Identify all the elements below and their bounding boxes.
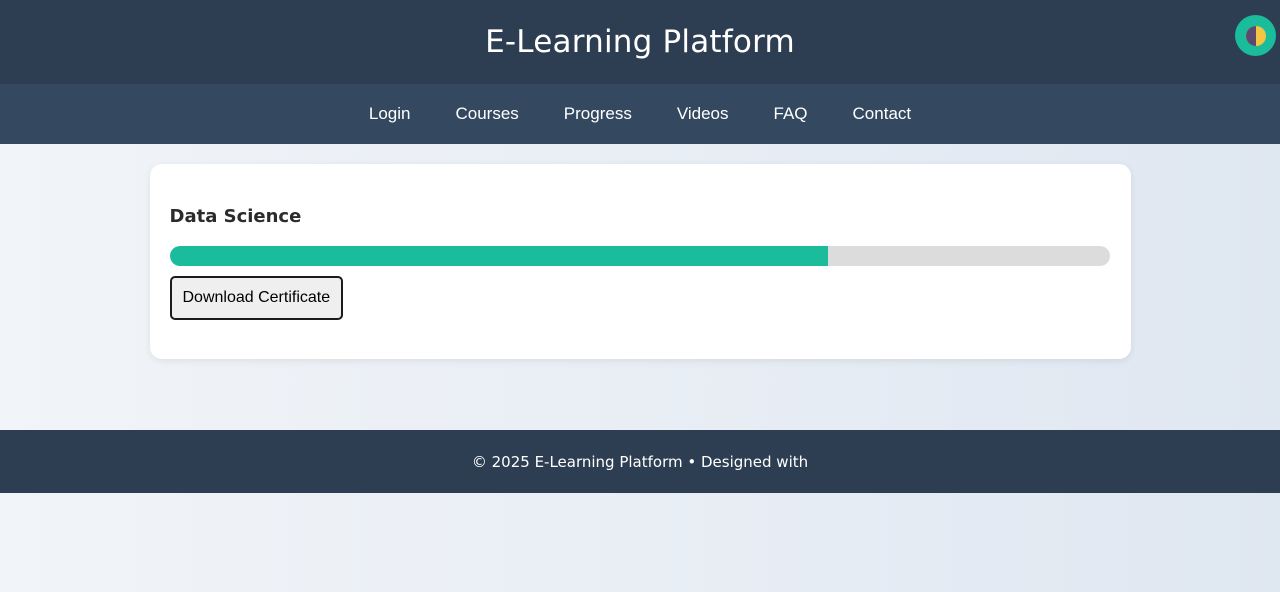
footer-text: © 2025 E-Learning Platform • Designed wi… xyxy=(471,452,809,471)
site-footer: © 2025 E-Learning Platform • Designed wi… xyxy=(0,430,1280,493)
course-progress-bar xyxy=(169,246,1110,266)
half-moon-theme-icon xyxy=(1245,25,1266,46)
nav-link-videos[interactable]: Videos xyxy=(654,104,751,124)
course-progress-fill xyxy=(169,246,828,266)
nav-link-login[interactable]: Login xyxy=(346,104,433,124)
theme-toggle-button[interactable] xyxy=(1235,15,1276,56)
course-card: Data Science Download Certificate xyxy=(149,164,1131,359)
nav-link-faq[interactable]: FAQ xyxy=(751,104,830,124)
site-header: E-Learning Platform xyxy=(0,0,1280,84)
course-title: Data Science xyxy=(169,206,302,227)
site-title: E-Learning Platform xyxy=(485,24,795,60)
nav-link-contact[interactable]: Contact xyxy=(830,104,934,124)
download-certificate-button[interactable]: Download Certificate xyxy=(169,276,344,320)
main-navigation: Login Courses Progress Videos FAQ Contac… xyxy=(0,84,1280,144)
nav-link-progress[interactable]: Progress xyxy=(541,104,654,124)
main-content: Data Science Download Certificate xyxy=(0,144,1280,359)
nav-link-courses[interactable]: Courses xyxy=(433,104,541,124)
